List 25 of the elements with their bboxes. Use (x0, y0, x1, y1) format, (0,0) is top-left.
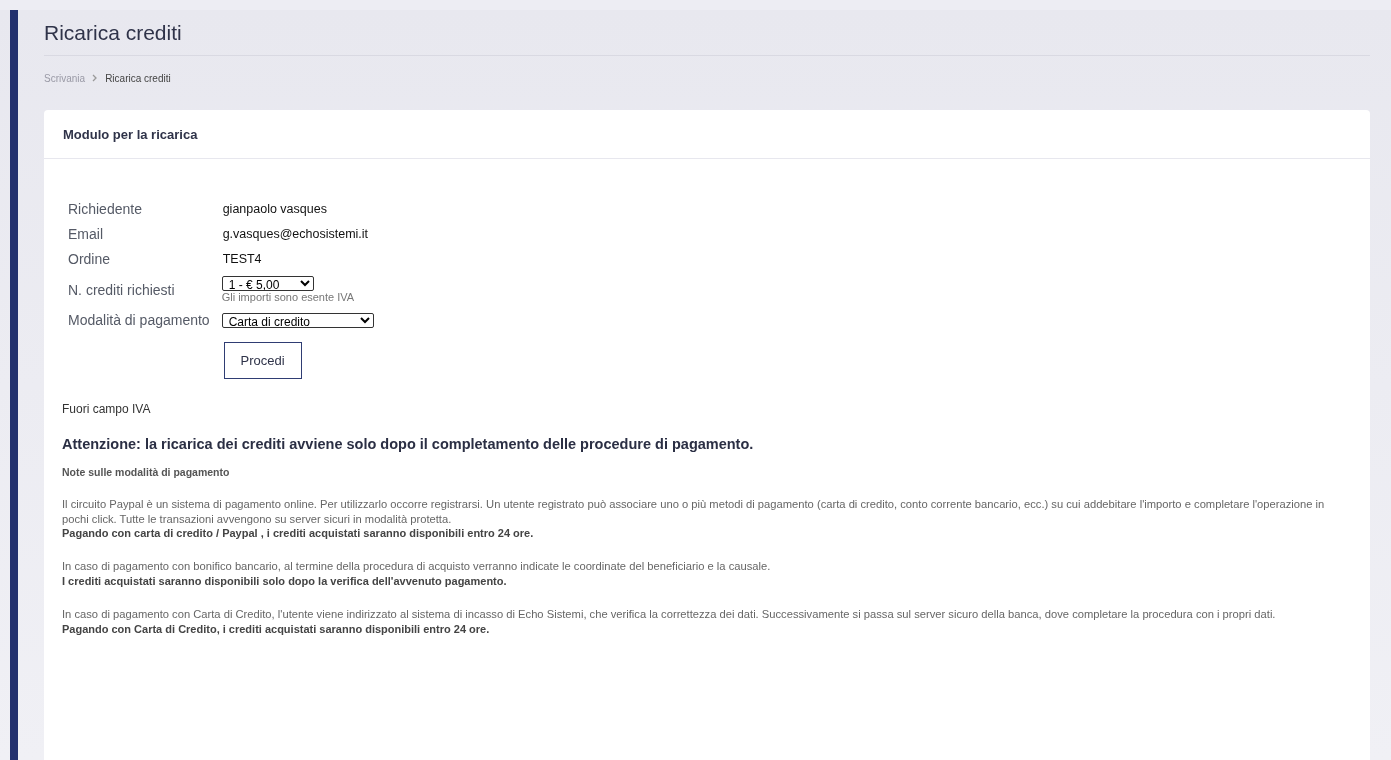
notes-title: Note sulle modalità di pagamento (62, 466, 231, 478)
field-label: Richiedente (68, 201, 143, 217)
submit-button[interactable]: Procedi (223, 342, 302, 379)
page-title: Ricarica crediti (44, 10, 1370, 56)
field-label: Modalità di pagamento (68, 312, 210, 328)
hint-text: Gli importi sono esente IVA (221, 291, 356, 303)
select-field[interactable]: 1 - € 5,00 (221, 276, 314, 291)
note-text: Il circuito Paypal è un sistema di pagamento online. Per utilizzarlo occorre registrarsi. Un utente registrato può associare uno o più metodi di pagamento (carta di credito, conto corrente bancario, ecc.) su cui addebitare l'importo e completare l'operazione in pochi click. Tutte le transazioni avvengono su server sicuri in modalità protetta. (62, 497, 1326, 527)
field-label: N. crediti richiesti (68, 281, 176, 298)
card-title: Modulo per la ricarica (63, 127, 198, 142)
chevron-icon (92, 74, 99, 82)
note-text: In caso di pagamento con bonifico bancario, al termine della procedura di acquisto verranno indicate le coordinate del beneficiario e la causale. (62, 559, 772, 574)
field-label: Email (68, 226, 104, 242)
field-label: Ordine (68, 251, 112, 267)
note-bold-text: Pagando con carta di credito / Paypal , i crediti acquistati saranno disponibili entro 24 ore. (62, 526, 535, 541)
warning-text: Attenzione: la ricarica dei crediti avviene solo dopo il completamento delle procedure di pagamento. (62, 436, 755, 452)
note-text: In caso di pagamento con Carta di Credito, l'utente viene indirizzato al sistema di incasso di Echo Sistemi, che verifica la correttezza dei dati. Successivamente si passa sul server sicuro della banca, dove completare la procedura con i propri dati. (62, 607, 1277, 622)
breadcrumb-page-text: Ricarica crediti (105, 72, 171, 84)
field-value: TEST4 (221, 252, 263, 266)
field-value: gianpaolo vasques (221, 202, 328, 216)
note-bold-text: Pagando con Carta di Credito, i crediti acquistati saranno disponibili entro 24 ore. (62, 621, 491, 637)
select-field[interactable]: Carta di credito (221, 312, 374, 328)
field-value: g.vasques@echosistemi.it (221, 227, 370, 241)
note-bold-text: I crediti acquistati saranno disponibili solo dopo la verifica dell'avvenuto pagamento. (62, 574, 508, 589)
vat-note: Fuori campo IVA (62, 402, 152, 416)
